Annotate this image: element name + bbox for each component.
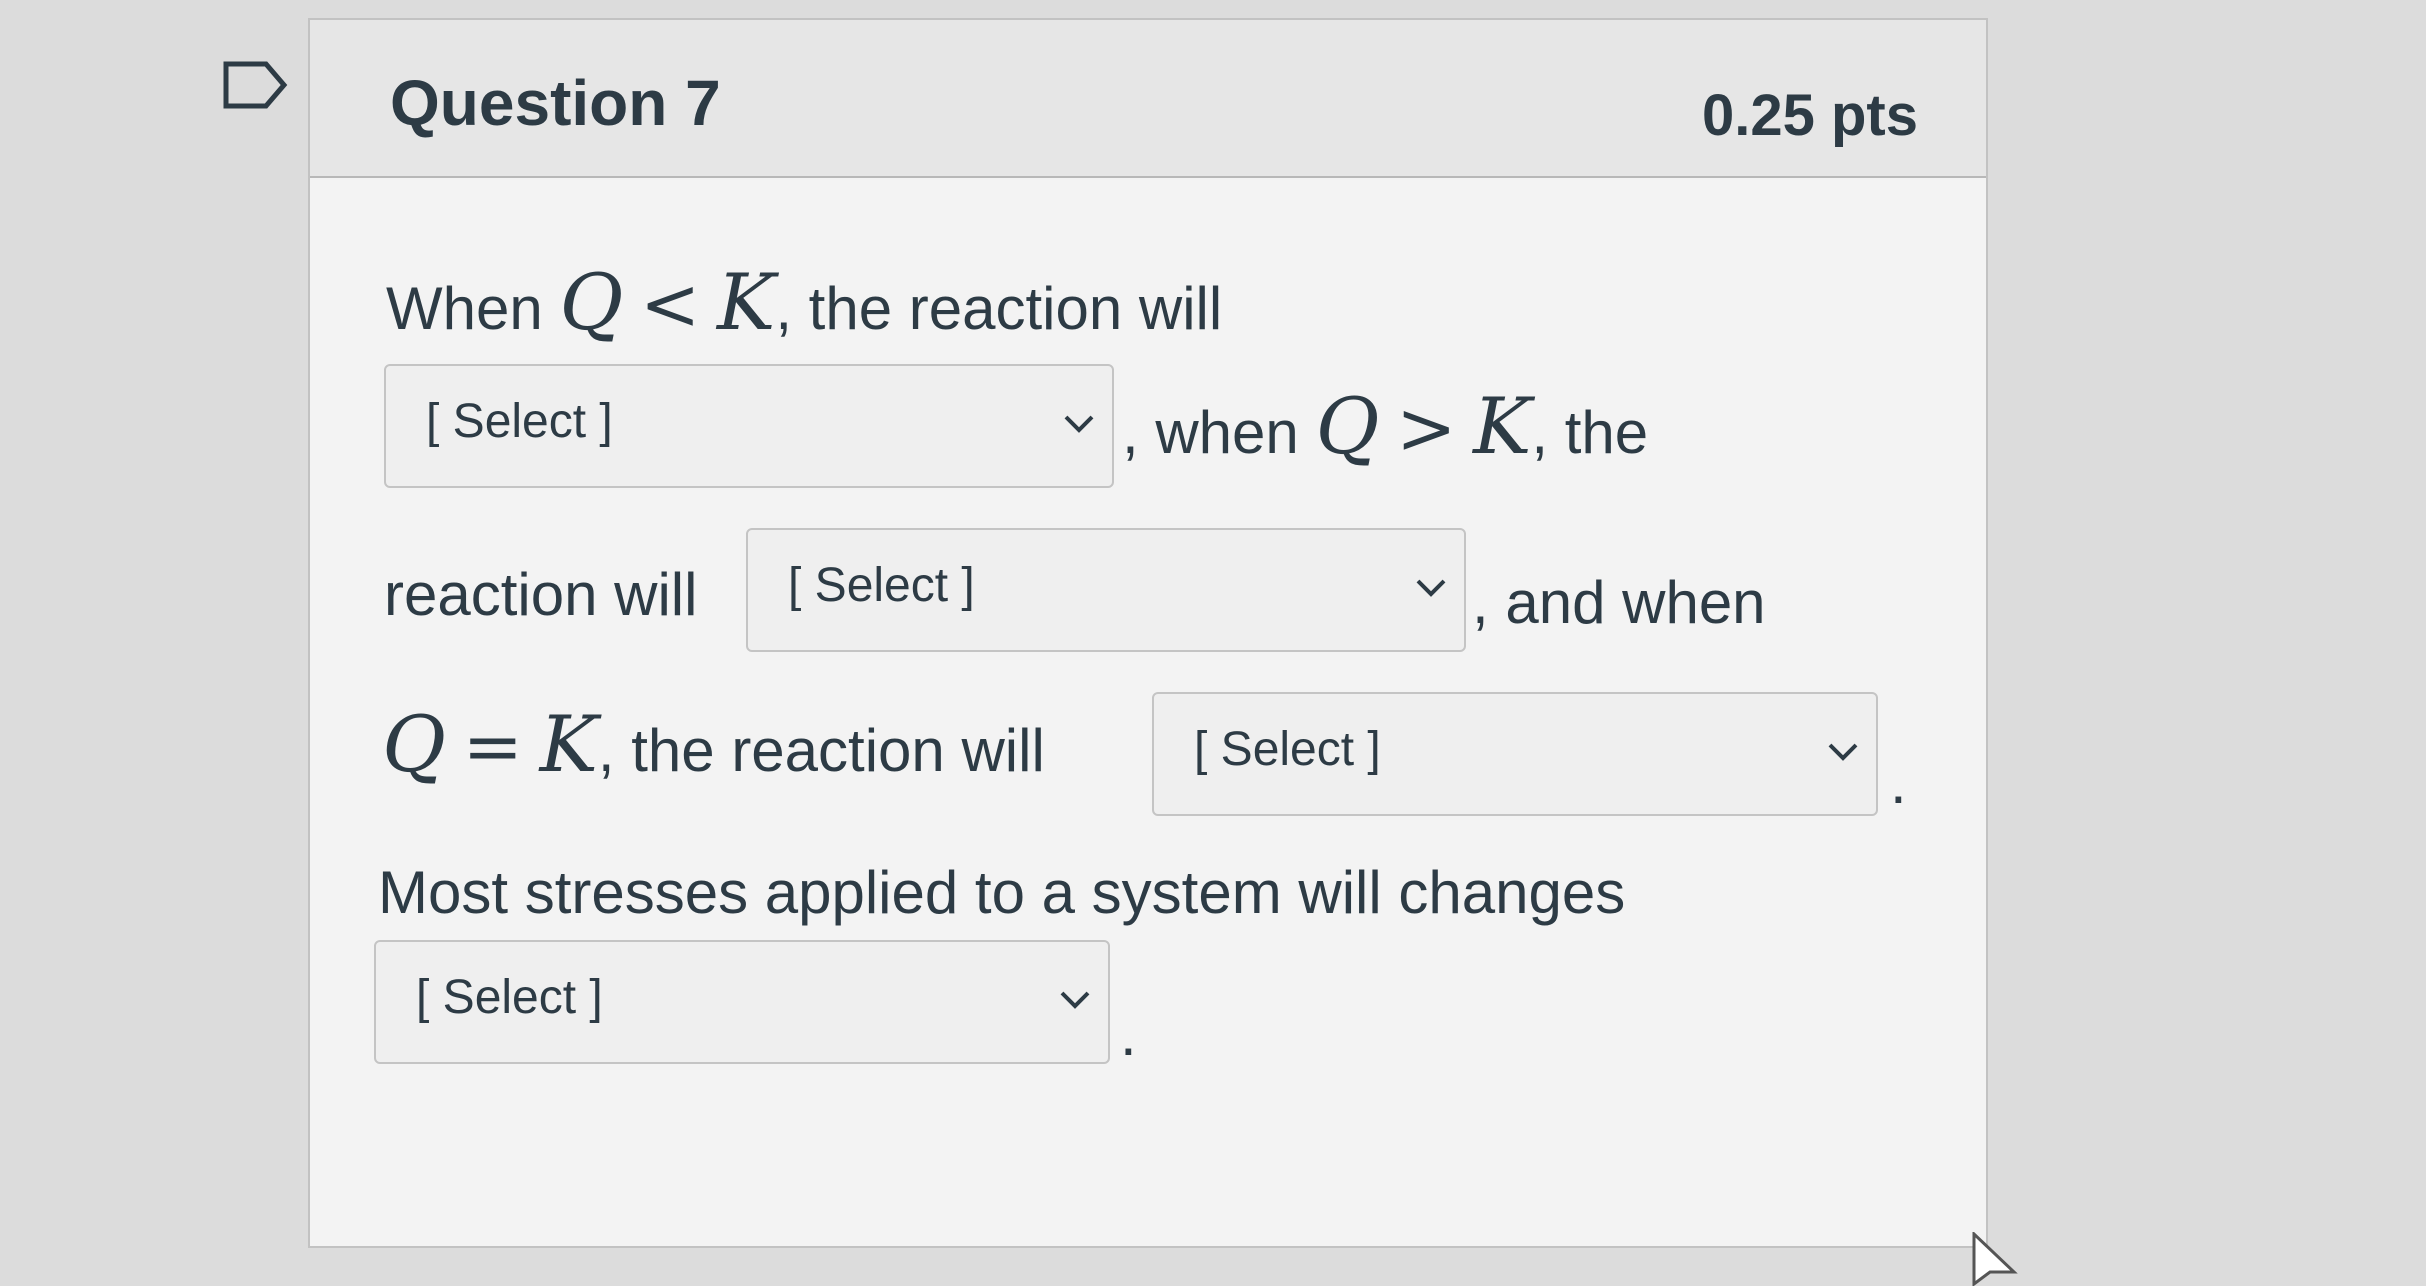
select-value: [ Select ]: [426, 395, 613, 448]
answer-select-3[interactable]: [ Select ]: [1152, 692, 1878, 816]
answer-select-4[interactable]: [ Select ]: [374, 940, 1110, 1064]
period: .: [1120, 1001, 1137, 1068]
chevron-down-icon: [1416, 579, 1446, 597]
chevron-down-icon: [1060, 991, 1090, 1009]
question-text-line-2: , when Q > K, the: [1122, 382, 1648, 472]
math-k: K: [539, 700, 598, 790]
math-less-than: <: [640, 262, 701, 346]
question-text-line-3: reaction will: [384, 560, 697, 629]
chevron-down-icon: [1064, 415, 1094, 433]
bookmark-flag-icon[interactable]: [222, 60, 288, 110]
select-value: [ Select ]: [1194, 723, 1381, 776]
answer-select-1[interactable]: [ Select ]: [384, 364, 1114, 488]
select-value: [ Select ]: [416, 971, 603, 1024]
math-greater-than: >: [1396, 386, 1457, 470]
math-q: Q: [1315, 382, 1380, 472]
question-header: Question 7 0.25 pts: [310, 20, 1986, 178]
text-and-when: , and when: [1472, 569, 1766, 636]
mouse-pointer-icon: [1972, 1232, 2018, 1286]
question-points: 0.25 pts: [1702, 83, 1918, 148]
answer-select-2[interactable]: [ Select ]: [746, 528, 1466, 652]
question-text-line-1: When Q < K, the reaction will: [386, 258, 1222, 348]
math-q: Q: [382, 700, 446, 790]
period: .: [1890, 749, 1907, 816]
math-k: K: [1473, 382, 1532, 472]
text-when: , when: [1122, 399, 1299, 466]
chevron-down-icon: [1828, 743, 1858, 761]
math-equals: =: [462, 704, 523, 788]
text-reaction-will: reaction will: [384, 561, 698, 628]
select-value: [ Select ]: [788, 559, 975, 612]
text-when: When: [386, 275, 543, 342]
math-q: Q: [559, 258, 624, 348]
text-the: , the: [1531, 399, 1649, 466]
text-reaction-will: , the reaction will: [597, 717, 1045, 784]
question-title: Question 7: [390, 67, 721, 139]
text-reaction-will: , the reaction will: [775, 275, 1223, 342]
math-k: K: [717, 258, 776, 348]
question-text-line-5: Most stresses applied to a system will c…: [378, 859, 1626, 926]
question-text-line-4: Q = K, the reaction will: [382, 700, 1045, 790]
